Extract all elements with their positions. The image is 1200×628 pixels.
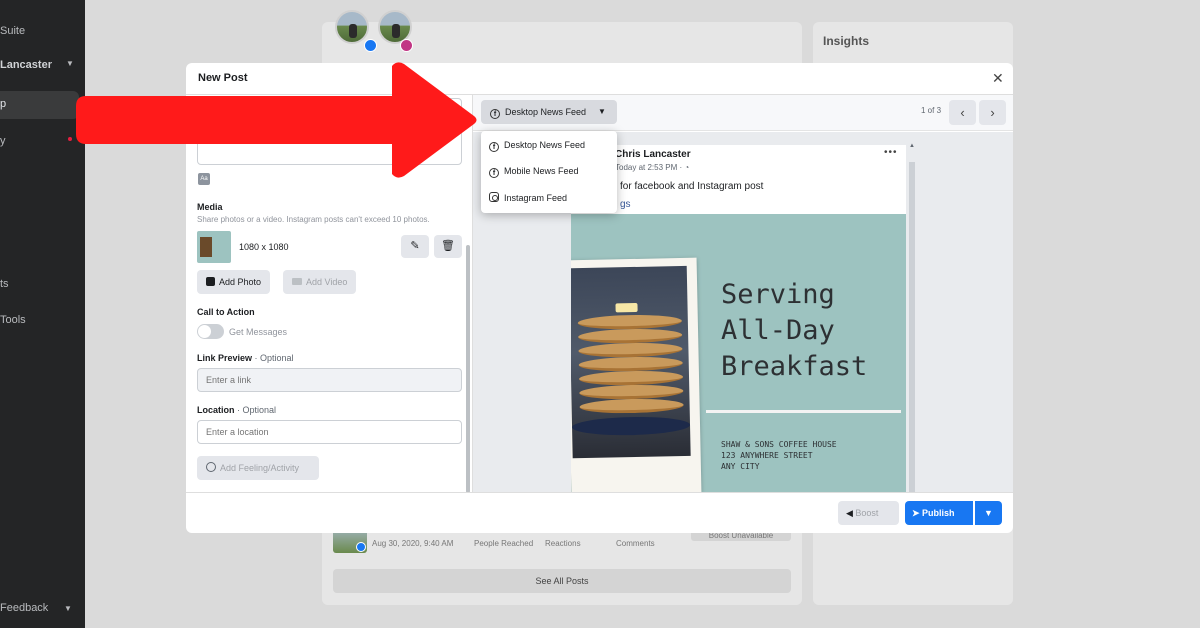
- next-preview-button[interactable]: ›: [979, 100, 1006, 125]
- sidebar-item-feedback[interactable]: Feedback: [0, 602, 48, 614]
- sidebar-item-selected[interactable]: [0, 91, 79, 119]
- poster-divider: [706, 410, 901, 413]
- cta-label: Call to Action: [197, 307, 255, 317]
- preview-time: Today at 2:53 PM ·: [615, 163, 685, 172]
- red-arrow-annotation: [76, 62, 477, 178]
- menu-item-label: Instagram Feed: [504, 193, 568, 203]
- media-hint: Share photos or a video. Instagram posts…: [197, 215, 430, 224]
- globe-icon: ◔: [684, 163, 690, 172]
- add-photo-icon: [206, 277, 215, 286]
- prev-preview-button[interactable]: ‹: [949, 100, 976, 125]
- poster-address: SHAW & SONS COFFEE HOUSE 123 ANYWHERE ST…: [721, 440, 837, 471]
- people-reached-label: People Reached: [474, 539, 534, 548]
- chevron-down-icon[interactable]: ▼: [64, 604, 72, 613]
- toggle-knob: [198, 325, 211, 338]
- placement-selected: Desktop News Feed: [505, 107, 587, 117]
- boost-label: Boost: [855, 508, 879, 518]
- sidebar-item-tools[interactable]: Tools: [0, 314, 26, 326]
- add-photo-button[interactable]: Add Photo: [197, 270, 271, 294]
- close-icon[interactable]: ✕: [992, 70, 1004, 87]
- add-video-label: Add Video: [306, 277, 348, 287]
- publish-button[interactable]: ➤ Publish: [905, 501, 973, 525]
- menu-item-instagram-feed[interactable]: Instagram Feed: [489, 192, 567, 203]
- facebook-icon: f: [490, 109, 500, 119]
- preview-text: for facebook and Instagram post: [620, 181, 764, 192]
- reactions-label: Reactions: [545, 539, 581, 548]
- caret-down-icon: ▼: [598, 107, 606, 116]
- butter: [615, 302, 638, 313]
- see-all-posts-button[interactable]: See All Posts: [333, 569, 791, 593]
- facebook-icon: f: [489, 168, 499, 178]
- sidebar-account-name[interactable]: Lancaster: [0, 59, 52, 71]
- pancake-photo: [571, 265, 691, 459]
- comments-label: Comments: [616, 539, 655, 548]
- scroll-up-icon[interactable]: ▲: [909, 143, 915, 149]
- scrollbar[interactable]: [909, 162, 915, 492]
- more-options-icon[interactable]: •••: [884, 147, 898, 158]
- sidebar-item-selected-label: p: [0, 98, 7, 110]
- placement-menu: f Desktop News Feed f Mobile News Feed Ins…: [481, 131, 617, 213]
- optional-tag: · Optional: [252, 353, 294, 363]
- preview-post-card: Chris Lancaster Today at 2:53 PM · ◔ •••…: [571, 145, 906, 492]
- location-text: Location: [197, 405, 235, 415]
- facebook-icon: [356, 542, 366, 552]
- preview-timestamp: Today at 2:53 PM · ◔: [615, 163, 689, 172]
- publish-label: Publish: [922, 508, 955, 518]
- media-label: Media: [197, 202, 223, 212]
- smiley-icon: [206, 462, 216, 472]
- preview-author: Chris Lancaster: [615, 149, 691, 160]
- location-label: Location · Optional: [197, 405, 276, 415]
- instagram-icon: [489, 192, 499, 202]
- send-icon: ➤: [912, 508, 923, 518]
- add-feeling-label: Add Feeling/Activity: [220, 463, 300, 473]
- boost-button[interactable]: ◀ Boost: [838, 501, 899, 525]
- menu-item-desktop-news-feed[interactable]: f Desktop News Feed: [489, 140, 585, 152]
- preview-link[interactable]: gs: [620, 199, 631, 210]
- edit-pencil-icon[interactable]: ✎: [401, 235, 429, 258]
- facebook-icon: f: [489, 142, 499, 152]
- add-feeling-button[interactable]: Add Feeling/Activity: [197, 456, 319, 480]
- avatar-facebook: [335, 10, 369, 44]
- scrollbar[interactable]: [466, 245, 470, 492]
- location-input[interactable]: [197, 420, 462, 444]
- add-video-icon: [292, 278, 302, 285]
- sidebar-item-posts[interactable]: ts: [0, 278, 9, 290]
- menu-item-label: Desktop News Feed: [504, 140, 586, 150]
- poster-headline: Serving All-Day Breakfast: [721, 279, 868, 382]
- link-preview-text: Link Preview: [197, 353, 253, 363]
- preview-toolbar: f Desktop News Feed ▼ 1 of 3 ‹ ›: [473, 95, 1013, 131]
- optional-tag: · Optional: [234, 405, 277, 415]
- add-photo-label: Add Photo: [219, 277, 262, 287]
- placement-dropdown[interactable]: f Desktop News Feed ▼: [481, 100, 617, 124]
- post-date: Aug 30, 2020, 9:40 AM: [372, 539, 454, 548]
- divider: [186, 492, 1013, 493]
- facebook-icon: [364, 39, 377, 52]
- get-messages-label: Get Messages: [229, 327, 288, 337]
- get-messages-toggle[interactable]: [197, 324, 224, 339]
- preview-image: Serving All-Day Breakfast SHAW & SONS CO…: [571, 214, 906, 492]
- preview-pager: 1 of 3: [921, 106, 942, 115]
- plate: [571, 415, 691, 437]
- link-preview-label: Link Preview · Optional: [197, 353, 294, 363]
- sidebar-suite-label: Suite: [0, 25, 26, 37]
- link-input[interactable]: [197, 368, 462, 392]
- megaphone-icon: ◀: [846, 508, 856, 518]
- insights-title: Insights: [823, 34, 870, 48]
- instagram-icon: [400, 39, 413, 52]
- media-dimensions: 1080 x 1080: [239, 242, 289, 252]
- add-video-button[interactable]: Add Video: [283, 270, 357, 294]
- media-thumbnail[interactable]: [197, 231, 231, 263]
- publish-options-chevron-icon[interactable]: ▼: [975, 501, 1002, 525]
- menu-item-mobile-news-feed[interactable]: f Mobile News Feed: [489, 166, 579, 178]
- sidebar-item-activity[interactable]: y: [0, 135, 6, 147]
- polaroid-frame: [571, 257, 702, 492]
- trash-icon[interactable]: 🗑: [434, 235, 462, 258]
- menu-item-label: Mobile News Feed: [504, 166, 579, 176]
